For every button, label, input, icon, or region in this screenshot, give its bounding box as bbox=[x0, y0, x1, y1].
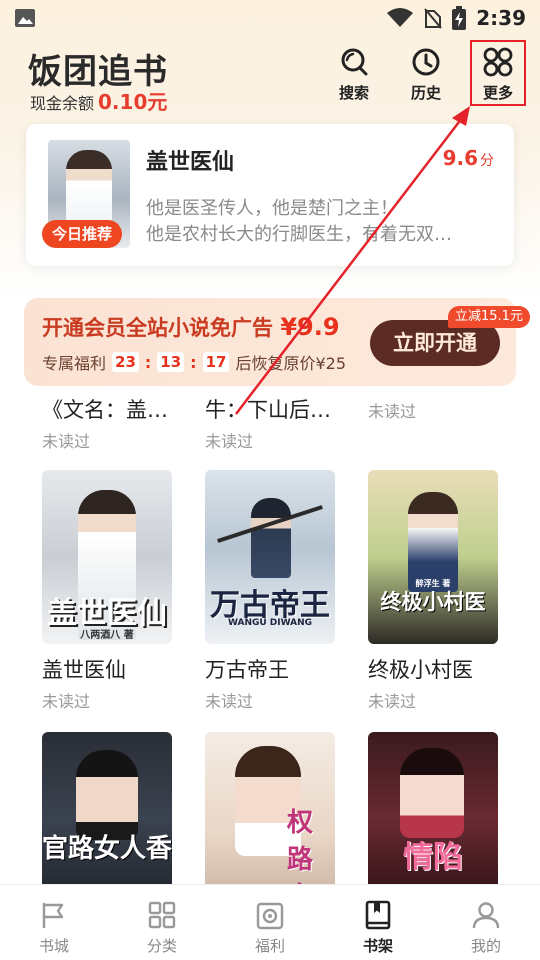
cover-author-art: 醉浮生 著 bbox=[415, 579, 451, 588]
recommend-description: 他是医圣传人，他是楚门之主！ 他是农村长大的行脚医生，有着无双… bbox=[146, 196, 496, 248]
status-time: 2:39 bbox=[476, 6, 526, 30]
book-title: 《文名：盖… bbox=[42, 398, 168, 422]
cover-title-art: 情陷 bbox=[403, 840, 463, 875]
nav-label: 我的 bbox=[470, 937, 501, 955]
book-read-status: 未读过 bbox=[205, 432, 254, 451]
countdown-hours: 23 bbox=[112, 352, 139, 372]
recommend-title: 盖世医仙 bbox=[146, 150, 235, 175]
cover-author-art: 八两酒八 著 bbox=[80, 630, 134, 641]
daily-recommend-card[interactable]: 今日推荐 盖世医仙 9.6 分 他是医圣传人，他是楚门之主！ 他是农村长大的行脚… bbox=[26, 124, 514, 266]
vip-benefit-label: 专属福利 bbox=[42, 354, 107, 373]
user-icon bbox=[472, 902, 500, 929]
more-label: 更多 bbox=[482, 84, 513, 102]
bookshelf-item[interactable]: 《文名：盖… 未读过 bbox=[42, 394, 172, 452]
more-grid-icon bbox=[483, 47, 513, 77]
clock-icon bbox=[412, 48, 440, 76]
vip-restore-text: 后恢复原价¥25 bbox=[235, 354, 346, 373]
cover-title-art: 官路女人香 bbox=[42, 834, 172, 864]
book-cover: 终极小村医 醉浮生 著 bbox=[368, 470, 498, 644]
flag-icon bbox=[42, 903, 64, 928]
nav-label: 书架 bbox=[362, 937, 393, 955]
vip-promo-banner[interactable]: 开通会员全站小说免广告 ¥9.9 专属福利 23 : 13 : 17 后恢复原价… bbox=[24, 298, 530, 386]
no-sim-icon bbox=[424, 8, 443, 29]
score-value: 9.6 bbox=[442, 146, 478, 170]
battery-charging-icon bbox=[452, 6, 467, 30]
vip-discount-tag: 立减15.1元 bbox=[448, 306, 530, 328]
recommend-desc-line-2: 他是农村长大的行脚医生，有着无双… bbox=[146, 224, 452, 245]
nav-tab-bookshelf[interactable]: 书架 bbox=[324, 885, 432, 960]
countdown-separator: : bbox=[190, 352, 197, 372]
recommend-score: 9.6 分 bbox=[443, 146, 494, 170]
grid-icon bbox=[148, 901, 176, 929]
bookshelf-item[interactable]: 未读过 bbox=[368, 394, 498, 422]
search-icon bbox=[341, 48, 368, 76]
vip-price: ¥9.9 bbox=[280, 313, 340, 341]
nav-label: 福利 bbox=[254, 937, 285, 955]
bookshelf-grid: 《文名：盖… 未读过 牛：下山后… 未读过 未读过 盖世医仙 八两酒八 著 盖世… bbox=[0, 386, 540, 884]
vip-title-text: 开通会员全站小说免广告 bbox=[42, 316, 273, 340]
cover-title-art: 权路多娇 bbox=[286, 808, 313, 884]
book-read-status: 未读过 bbox=[42, 692, 91, 711]
countdown-separator: : bbox=[144, 352, 152, 372]
status-bar: 2:39 bbox=[0, 0, 540, 36]
bottom-navigation: 书城 分类 福利 书架 我的 bbox=[0, 884, 540, 960]
book-title: 万古帝王 bbox=[205, 658, 289, 682]
history-button[interactable]: 历史 bbox=[396, 46, 456, 110]
nav-tab-welfare[interactable]: 福利 bbox=[216, 885, 324, 960]
recommend-desc-line-1: 他是医圣传人，他是楚门之主！ bbox=[146, 198, 398, 219]
cover-author-art: WANGU DIWANG bbox=[227, 618, 313, 628]
book-read-status: 未读过 bbox=[368, 692, 417, 711]
bookshelf-item[interactable]: 情陷 bbox=[368, 732, 498, 884]
nav-label: 书城 bbox=[38, 937, 69, 955]
bookshelf-icon bbox=[365, 900, 391, 930]
score-unit: 分 bbox=[480, 153, 494, 169]
cash-balance[interactable]: 现金余额 0.10元 bbox=[30, 86, 167, 115]
search-button[interactable]: 搜索 bbox=[324, 46, 384, 110]
vip-countdown-row: 专属福利 23 : 13 : 17 后恢复原价¥25 bbox=[42, 350, 346, 374]
book-read-status: 未读过 bbox=[205, 692, 254, 711]
book-cover: 权路多娇 bbox=[205, 732, 335, 884]
app-header: 饭团追书 现金余额 0.10元 搜索 历史 更多 bbox=[0, 36, 540, 122]
book-title: 终极小村医 bbox=[368, 658, 473, 682]
book-title: 盖世医仙 bbox=[42, 658, 126, 682]
book-cover: 盖世医仙 八两酒八 著 bbox=[42, 470, 172, 644]
bookshelf-item[interactable]: 盖世医仙 八两酒八 著 盖世医仙 未读过 bbox=[42, 470, 172, 712]
history-label: 历史 bbox=[410, 84, 441, 102]
bookshelf-item[interactable]: 万古帝王 WANGU DIWANG 万古帝王 未读过 bbox=[205, 470, 335, 712]
book-read-status: 未读过 bbox=[42, 432, 91, 451]
bookshelf-item[interactable]: 牛：下山后… 未读过 bbox=[205, 394, 335, 452]
cover-title-art: 终极小村医 bbox=[380, 589, 486, 614]
bookshelf-item[interactable]: 权路多娇 bbox=[205, 732, 335, 884]
search-label: 搜索 bbox=[338, 84, 369, 102]
nav-tab-mine[interactable]: 我的 bbox=[432, 885, 540, 960]
image-notification-icon bbox=[15, 9, 35, 27]
nav-tab-bookstore[interactable]: 书城 bbox=[0, 885, 108, 960]
book-read-status: 未读过 bbox=[368, 402, 417, 421]
book-cover: 情陷 bbox=[368, 732, 498, 884]
book-cover: 万古帝王 WANGU DIWANG bbox=[205, 470, 335, 644]
book-title: 牛：下山后… bbox=[205, 398, 331, 422]
countdown-seconds: 17 bbox=[202, 352, 230, 372]
wifi-icon bbox=[387, 8, 414, 27]
countdown-minutes: 13 bbox=[157, 352, 185, 372]
nav-tab-category[interactable]: 分类 bbox=[108, 885, 216, 960]
vip-title: 开通会员全站小说免广告 ¥9.9 bbox=[42, 312, 340, 342]
balance-value: 0.10元 bbox=[98, 90, 168, 114]
more-button[interactable]: 更多 bbox=[468, 46, 528, 110]
book-cover: 官路女人香 bbox=[42, 732, 172, 884]
recommend-badge: 今日推荐 bbox=[42, 220, 123, 248]
bookshelf-item[interactable]: 官路女人香 bbox=[42, 732, 172, 884]
bookshelf-item[interactable]: 终极小村医 醉浮生 著 终极小村医 未读过 bbox=[368, 470, 498, 712]
gift-icon bbox=[256, 902, 284, 930]
nav-label: 分类 bbox=[146, 937, 177, 955]
balance-label: 现金余额 bbox=[30, 94, 95, 113]
